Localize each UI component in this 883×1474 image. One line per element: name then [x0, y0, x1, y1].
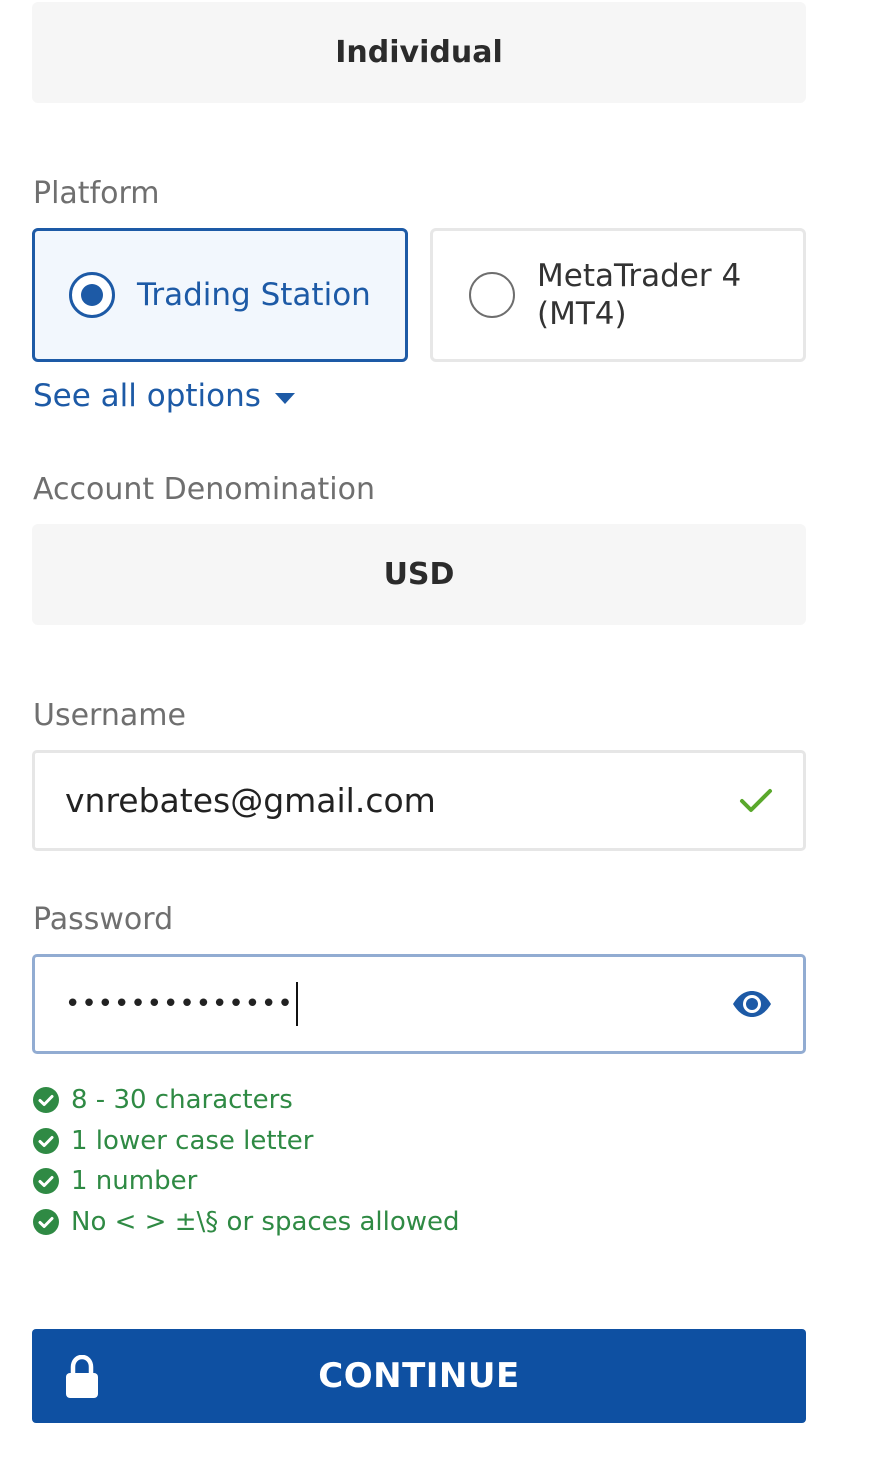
password-input[interactable]: ••••••••••••••: [32, 954, 806, 1054]
check-circle-icon: [33, 1208, 59, 1235]
denomination-label: Account Denomination: [33, 472, 376, 507]
password-rule-text: 1 number: [71, 1166, 198, 1197]
platform-option-label-line1: MetaTrader 4: [537, 258, 742, 294]
password-label: Password: [33, 902, 174, 937]
radio-unselected-icon[interactable]: [469, 272, 515, 318]
username-input[interactable]: vnrebates@gmail.com: [32, 750, 806, 851]
continue-button[interactable]: CONTINUE: [32, 1329, 806, 1423]
account-type-value: Individual: [335, 35, 503, 70]
password-rule-item: 1 lower case letter: [33, 1121, 460, 1162]
caret-down-icon: [274, 392, 295, 404]
check-icon: [740, 788, 772, 812]
password-rule-item: 1 number: [33, 1161, 460, 1202]
password-rule-item: 8 - 30 characters: [33, 1080, 460, 1121]
platform-option-label: MetaTrader 4 (MT4): [537, 257, 741, 333]
check-circle-icon: [33, 1168, 59, 1195]
platform-label: Platform: [33, 176, 160, 211]
password-masked-text: ••••••••••••••: [65, 989, 294, 1019]
password-rule-text: 1 lower case letter: [71, 1125, 314, 1156]
password-rules-list: 8 - 30 characters 1 lower case letter 1 …: [33, 1080, 460, 1242]
check-circle-icon: [33, 1127, 59, 1154]
see-all-options-label: See all options: [33, 378, 261, 414]
platform-option-label: Trading Station: [137, 277, 371, 313]
check-circle-icon: [33, 1087, 59, 1114]
eye-icon[interactable]: [731, 989, 773, 1019]
username-label: Username: [33, 698, 186, 733]
denomination-display[interactable]: USD: [32, 524, 806, 625]
platform-option-label-line2: (MT4): [537, 296, 627, 332]
username-value: vnrebates@gmail.com: [65, 781, 436, 820]
password-value: ••••••••••••••: [65, 982, 731, 1026]
denomination-value: USD: [383, 557, 455, 592]
platform-option-mt4[interactable]: MetaTrader 4 (MT4): [430, 228, 806, 362]
radio-selected-icon[interactable]: [69, 272, 115, 318]
text-cursor: [295, 982, 298, 1026]
password-rule-text: No < > ±\§ or spaces allowed: [71, 1206, 460, 1237]
see-all-options-link[interactable]: See all options: [33, 378, 295, 414]
password-rule-item: No < > ±\§ or spaces allowed: [33, 1202, 460, 1243]
platform-option-trading-station[interactable]: Trading Station: [32, 228, 408, 362]
password-rule-text: 8 - 30 characters: [71, 1085, 293, 1116]
continue-label: CONTINUE: [318, 1356, 520, 1396]
lock-icon: [66, 1355, 98, 1398]
account-type-display[interactable]: Individual: [32, 2, 806, 103]
